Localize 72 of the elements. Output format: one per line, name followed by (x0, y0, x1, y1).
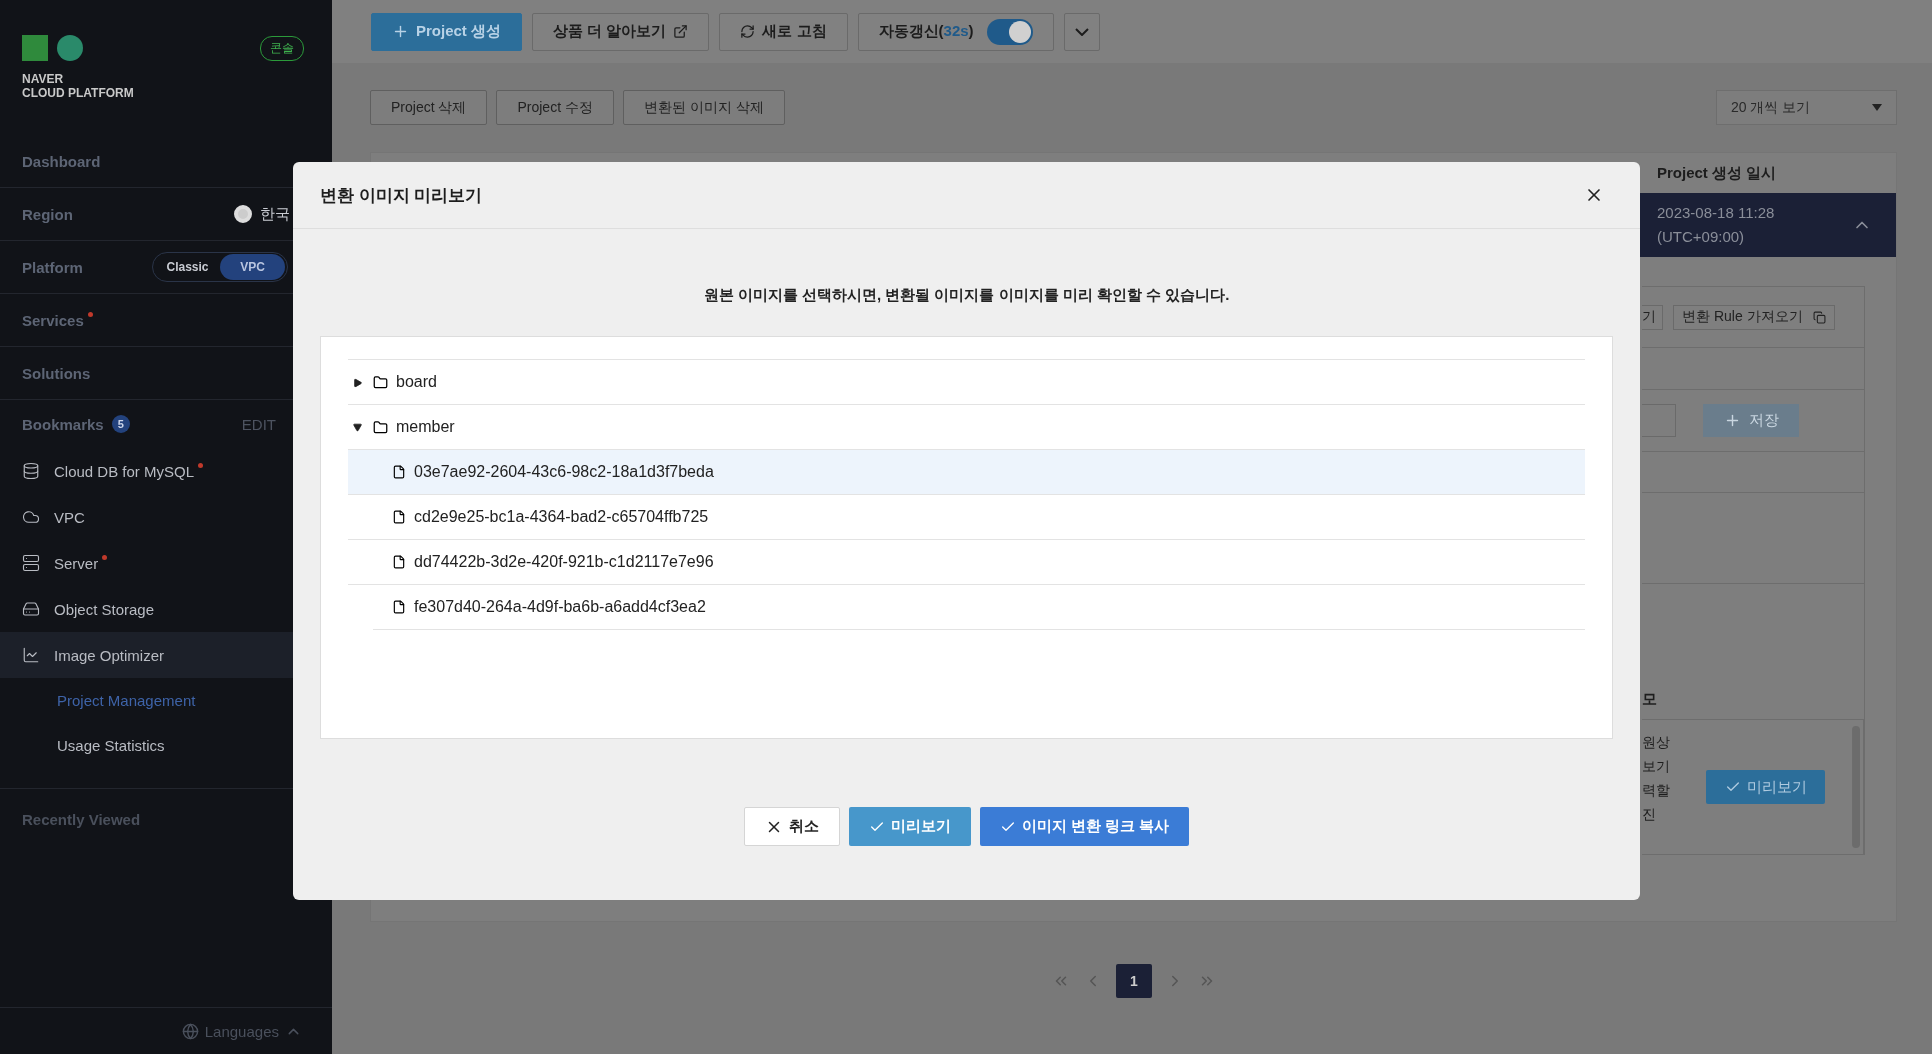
column-header: Project 생성 일시 (1657, 163, 1778, 183)
bookmark-count: 5 (111, 415, 130, 433)
platform-option[interactable]: Classic (155, 254, 220, 280)
languages-button[interactable]: Languages (0, 1007, 332, 1054)
dialog-title: 변환 이미지 미리보기 (320, 184, 483, 207)
memo-text: 진 (1642, 805, 1657, 824)
database-icon (22, 462, 40, 480)
preview-button[interactable]: 미리보기 (848, 807, 971, 846)
tree-file[interactable]: dd74422b-3d2e-420f-921b-c1d2117e7e96 (348, 540, 1585, 584)
auto-refresh-button[interactable]: 자동갱신(32s) (857, 12, 1054, 51)
preview-button[interactable]: 미리보기 (1706, 770, 1825, 804)
tree-folder[interactable]: board (351, 360, 1585, 404)
copy-icon (1812, 310, 1826, 324)
memo-text: 력할 (1642, 781, 1671, 800)
folder-icon (373, 374, 388, 390)
cloud-icon (22, 508, 40, 526)
platform-option[interactable]: VPC (220, 254, 285, 280)
file-icon (392, 600, 406, 614)
edit-link[interactable]: EDIT (241, 415, 276, 433)
alert-dot (87, 311, 93, 317)
action-button[interactable]: Project 삭제 (370, 90, 488, 125)
alert-dot (102, 554, 108, 560)
page-button[interactable]: 1 (1116, 964, 1152, 998)
server-icon (22, 554, 40, 572)
partial-button[interactable]: 기 (1642, 304, 1663, 330)
console-badge[interactable]: 콘솔 (260, 36, 304, 61)
memo-heading: 모 (1642, 690, 1657, 709)
copy-button[interactable]: 이미지 변환 링크 복사 (979, 807, 1190, 846)
cancel-button[interactable]: 취소 (743, 807, 840, 846)
dropdown-arrow-icon (1872, 104, 1882, 111)
tree-file[interactable]: 03e7ae92-2604-43c6-98c2-18a1d3f7beda (348, 450, 1585, 494)
external-link-icon (673, 24, 689, 39)
chart-icon (22, 646, 40, 664)
region-selector[interactable]: 한국 (234, 204, 290, 224)
tree-file[interactable]: cd2e9e25-bc1a-4364-bad2-c65704ffb725 (348, 495, 1585, 539)
bookmark-item[interactable]: Cloud DB for MySQL (0, 448, 332, 494)
globe-icon (181, 1022, 199, 1040)
sidebar-section[interactable]: Region (22, 205, 73, 223)
bookmark-item[interactable]: Object Storage (0, 586, 332, 632)
logo-text: NAVER CLOUD PLATFORM (22, 72, 134, 100)
file-icon (392, 510, 406, 524)
create-project-button[interactable]: Project 생성 (371, 12, 523, 51)
file-icon (392, 555, 406, 569)
memo-text: 원상 (1642, 733, 1671, 752)
folder-icon (373, 419, 388, 435)
page-size-select[interactable]: 20 개씩 보기 (1716, 90, 1897, 125)
alert-dot (198, 462, 204, 468)
sidebar-section[interactable]: Platform (22, 258, 83, 276)
bookmark-item[interactable]: VPC (0, 494, 332, 540)
toggle-switch[interactable] (986, 18, 1033, 45)
section-heading: Recently Viewed (22, 811, 141, 828)
tree-folder[interactable]: member (351, 405, 1585, 449)
sidebar-section[interactable]: Solutions (22, 364, 91, 382)
bookmarks-heading: Bookmarks 5 (22, 415, 130, 433)
dialog-description: 원본 이미지를 선택하시면, 변환될 이미지를 이미지를 미리 확인할 수 있습니다. (702, 286, 1231, 305)
bookmark-item[interactable]: Server (0, 540, 332, 586)
storage-icon (22, 600, 40, 618)
action-button[interactable]: 변환된 이미지 삭제 (622, 90, 785, 125)
plus-icon (392, 23, 409, 40)
action-button[interactable]: Project 수정 (496, 90, 614, 125)
dropdown-button[interactable] (1063, 12, 1100, 51)
refresh-icon (740, 24, 756, 39)
memo-text: 보기 (1642, 757, 1671, 776)
tree-file[interactable]: fe307d40-264a-4d9f-ba6b-a6add4cf3ea2 (348, 585, 1585, 629)
import-rule-button[interactable]: 변환 Rule 가져오기 (1673, 304, 1835, 330)
chevron-down-icon (1074, 27, 1089, 36)
sidebar-section[interactable]: Services (22, 311, 93, 329)
file-icon (392, 465, 406, 479)
refresh-button[interactable]: 새로 고침 (719, 12, 848, 51)
sidebar-section[interactable]: Dashboard (22, 152, 101, 170)
logo-icon (22, 34, 84, 62)
learn-more-button[interactable]: 상품 더 알아보기 (532, 12, 710, 51)
